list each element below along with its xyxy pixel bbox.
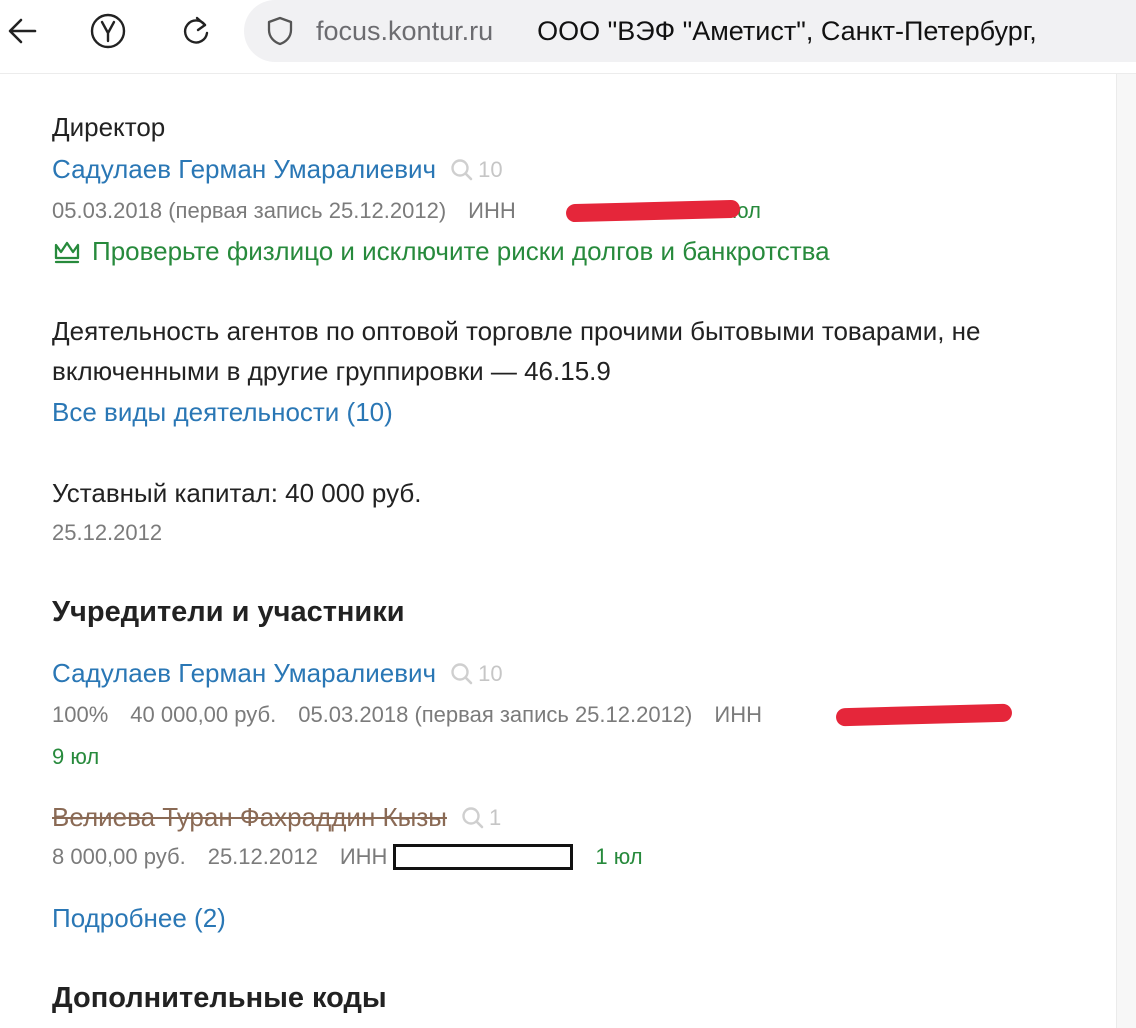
founder-2-inn-label: ИНН bbox=[339, 844, 388, 869]
search-icon bbox=[451, 158, 473, 180]
director-search-count[interactable]: 10 bbox=[450, 156, 503, 183]
director-name-link[interactable]: Садулаев Герман Умаралиевич bbox=[52, 154, 436, 185]
founder-2-meta: 8 000,00 руб. 25.12.2012 ИНН 1 юл bbox=[52, 844, 643, 870]
founders-more-link[interactable]: Подробнее (2) bbox=[52, 903, 226, 934]
founder-2-inn-redaction bbox=[393, 844, 574, 870]
activity-main-line1: Деятельность агентов по оптовой торговле… bbox=[52, 316, 981, 346]
founder-1-meta: 100% 40 000,00 руб. 05.03.2018 (первая з… bbox=[52, 702, 762, 728]
address-bar[interactable]: focus.kontur.ru ООО "ВЭФ "Аметист", Санк… bbox=[244, 0, 1136, 62]
capital-date: 25.12.2012 bbox=[52, 520, 163, 545]
reload-button[interactable] bbox=[174, 9, 218, 53]
reload-icon bbox=[183, 16, 209, 44]
all-activities-link[interactable]: Все виды деятельности (10) bbox=[52, 397, 393, 428]
director-date: 05.03.2018 (первая запись 25.12.2012) bbox=[52, 198, 447, 223]
activity-main-line2: включенными в другие группировки — 46.15… bbox=[52, 356, 611, 386]
founder-2-search-count[interactable]: 1 bbox=[461, 805, 501, 831]
director-title: Директор bbox=[52, 112, 166, 142]
back-button[interactable] bbox=[0, 9, 44, 53]
yandex-logo-icon bbox=[90, 13, 126, 49]
founder-2-name-link[interactable]: Велиева Туран Фахраддин Кызы bbox=[52, 802, 447, 833]
address-page-title: ООО "ВЭФ "Аметист", Санкт-Петербург, bbox=[537, 15, 1037, 46]
founder-2-search-count-value: 1 bbox=[488, 804, 502, 830]
founder-1-inn-label: ИНН bbox=[714, 702, 762, 727]
founder-2-row: Велиева Туран Фахраддин Кызы 1 bbox=[52, 802, 501, 833]
page-scrollbar[interactable] bbox=[1116, 74, 1136, 1028]
founder-2-amount: 8 000,00 руб. bbox=[52, 844, 186, 869]
address-domain: focus.kontur.ru bbox=[316, 15, 494, 46]
director-row: Садулаев Герман Умаралиевич 10 bbox=[52, 154, 503, 185]
founder-1-date: 05.03.2018 (первая запись 25.12.2012) bbox=[298, 702, 693, 727]
company-card: Директор Садулаев Герман Умаралиевич 10 … bbox=[52, 74, 1102, 1028]
search-icon bbox=[462, 806, 484, 828]
founder-1-amount: 40 000,00 руб. bbox=[130, 702, 277, 727]
director-search-count-value: 10 bbox=[478, 156, 503, 182]
extra-codes-heading: Дополнительные коды bbox=[52, 982, 387, 1014]
security-button[interactable] bbox=[264, 15, 296, 47]
director-inn-label: ИНН bbox=[468, 198, 516, 223]
capital-text: Уставный капитал: 40 000 руб. bbox=[52, 478, 422, 508]
founder-2-legal-count-link[interactable]: 1 юл bbox=[595, 844, 642, 870]
founder-1-row: Садулаев Герман Умаралиевич 10 bbox=[52, 658, 503, 689]
founder-1-legal-count-link[interactable]: 9 юл bbox=[52, 744, 99, 770]
home-button[interactable] bbox=[86, 9, 130, 53]
founder-1-search-count-value: 10 bbox=[478, 660, 503, 686]
founder-2-date: 25.12.2012 bbox=[207, 844, 318, 869]
director-promo[interactable]: Проверьте физлицо и исключите риски долг… bbox=[52, 236, 830, 267]
director-promo-text: Проверьте физлицо и исключите риски долг… bbox=[92, 236, 830, 266]
browser-toolbar: focus.kontur.ru ООО "ВЭФ "Аметист", Санк… bbox=[0, 0, 1136, 74]
search-icon bbox=[451, 662, 473, 684]
founder-1-name-link[interactable]: Садулаев Герман Умаралиевич bbox=[52, 658, 436, 689]
shield-icon bbox=[267, 16, 293, 46]
crown-icon bbox=[54, 241, 80, 263]
founder-1-share: 100% bbox=[52, 702, 109, 727]
arrow-left-icon bbox=[8, 18, 37, 44]
founder-1-inn-redaction bbox=[835, 703, 1013, 727]
founders-heading: Учредители и участники bbox=[52, 596, 405, 628]
founder-1-search-count[interactable]: 10 bbox=[450, 660, 503, 687]
